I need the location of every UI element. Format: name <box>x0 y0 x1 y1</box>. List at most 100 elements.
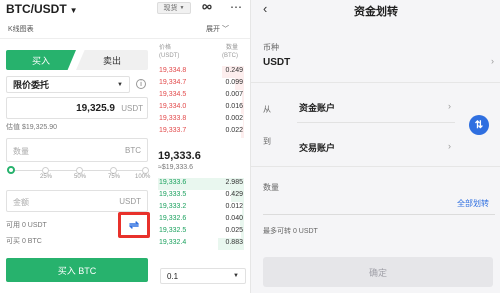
spot-label: 现货 <box>163 5 178 12</box>
bid-row[interactable]: 19,332.5 0.025 <box>158 226 244 238</box>
ask-row[interactable]: 19,334.0 0.016 <box>158 102 244 114</box>
amount-placeholder: 数量 <box>13 147 29 156</box>
bid-price: 19,332.6 <box>159 215 187 222</box>
bid-price: 19,333.5 <box>159 191 187 198</box>
ask-price: 19,334.5 <box>159 91 187 98</box>
ask-row[interactable]: 19,333.7 0.022 <box>158 126 244 138</box>
qty-header-text: 数量 (BTC) <box>222 45 238 59</box>
page-title: 资金划转 <box>354 6 398 18</box>
bid-price: 19,333.6 <box>159 179 187 186</box>
transfer-panel: 资金划转 ‹ 币种 USDT › 从 资金账户 › 到 交易账户 › ⇅ 数量 … <box>250 0 500 293</box>
kline-chart-link[interactable]: K线图表 <box>8 24 34 34</box>
caret-down-icon: ▼ <box>69 6 78 15</box>
bid-qty: 0.012 <box>225 203 243 210</box>
depth-select[interactable]: 0.1 ▼ <box>160 268 246 284</box>
max-transferable: 最多可转 0 USDT <box>263 228 318 235</box>
swap-accounts-icon[interactable]: ⇅ <box>469 115 489 135</box>
ask-row[interactable]: 19,334.7 0.099 <box>158 78 244 90</box>
amount-unit: BTC <box>125 146 141 155</box>
ask-qty: 0.022 <box>225 127 243 134</box>
to-label: 到 <box>263 137 271 146</box>
available-balance: 可用 0 USDT <box>6 222 47 229</box>
chevron-right-icon[interactable]: › <box>491 56 494 66</box>
sell-tab[interactable]: 卖出 <box>76 50 148 70</box>
ask-price: 19,333.8 <box>159 115 187 122</box>
last-price-fiat: ≈$19,333.6 <box>158 164 193 171</box>
ask-row[interactable]: 19,333.8 0.002 <box>158 114 244 126</box>
slider-step-25[interactable] <box>42 167 49 174</box>
price-input[interactable]: 19,325.9 USDT <box>6 97 148 119</box>
ask-price: 19,334.0 <box>159 103 187 110</box>
amount-input[interactable]: 数量 BTC <box>6 138 148 162</box>
slider-label-25: 25% <box>40 174 53 180</box>
bid-price: 19,332.5 <box>159 227 187 234</box>
orderbook-price-header: 价格 (USDT) <box>159 44 179 60</box>
divider <box>297 122 455 123</box>
last-price: 19,333.6 <box>158 150 201 162</box>
caret-down-icon: ▼ <box>117 81 123 88</box>
slider-label-100: 100% <box>135 174 151 180</box>
expand-toggle[interactable]: 展开 ﹀ <box>206 24 229 34</box>
slider-step-75[interactable] <box>110 167 117 174</box>
chevron-down-icon: ﹀ <box>221 26 229 33</box>
bid-price: 19,332.4 <box>159 239 187 246</box>
confirm-button[interactable]: 确定 <box>263 257 493 287</box>
chevron-right-icon[interactable]: › <box>448 101 451 111</box>
ask-row[interactable]: 19,334.5 0.007 <box>158 90 244 102</box>
from-label: 从 <box>263 105 271 114</box>
order-type-label: 限价委托 <box>13 80 50 90</box>
loop-icon[interactable] <box>200 1 214 16</box>
buy-tab[interactable]: 买入 <box>6 50 76 70</box>
to-account-select[interactable]: 交易账户 <box>299 141 335 154</box>
bid-price: 19,333.2 <box>159 203 187 210</box>
chevron-right-icon[interactable]: › <box>448 141 451 151</box>
ask-qty: 0.007 <box>225 91 243 98</box>
total-input[interactable]: 金额 USDT <box>6 190 148 212</box>
buy-button[interactable]: 买入 BTC <box>6 258 148 282</box>
trade-panel: BTC/USDT ▼ 现货 ▼ ⋯ K线图表 展开 ﹀ 买入 卖出 限价委托 ▼ i… <box>0 0 250 293</box>
price-unit: USDT <box>121 104 143 113</box>
bid-qty: 2.985 <box>225 179 243 186</box>
bid-qty: 0.025 <box>225 227 243 234</box>
pair-label: BTC/USDT <box>6 2 67 16</box>
more-icon[interactable]: ⋯ <box>230 0 242 14</box>
price-estimate: 估值 $19,325.90 <box>6 124 57 131</box>
ask-qty: 0.249 <box>225 67 243 74</box>
price-header-text: 价格 (USDT) <box>159 45 180 59</box>
bid-row[interactable]: 19,332.4 0.883 <box>158 238 244 250</box>
info-icon[interactable]: i <box>136 79 146 89</box>
orderbook-qty-header: 数量 (BTC) <box>222 44 238 60</box>
bid-row[interactable]: 19,332.6 0.040 <box>158 214 244 226</box>
bid-row[interactable]: 19,333.5 0.429 <box>158 190 244 202</box>
from-account-select[interactable]: 资金账户 <box>299 101 335 114</box>
transfer-icon: ⇌ <box>128 218 140 232</box>
ask-depth-bar <box>243 114 244 126</box>
transfer-button[interactable]: ⇌ <box>118 212 150 238</box>
order-type-select[interactable]: 限价委托 ▼ <box>6 76 130 93</box>
ask-qty: 0.016 <box>225 103 243 110</box>
ask-price: 19,334.8 <box>159 67 187 74</box>
ask-row[interactable]: 19,334.8 0.249 <box>158 66 244 78</box>
total-placeholder: 金额 <box>13 198 29 207</box>
bid-row[interactable]: 19,333.6 2.985 <box>158 178 244 190</box>
bid-qty: 0.040 <box>225 215 243 222</box>
back-icon[interactable]: ‹ <box>263 1 267 16</box>
slider-label-50: 50% <box>74 174 87 180</box>
quantity-input[interactable] <box>263 214 495 215</box>
divider <box>251 166 500 167</box>
bid-row[interactable]: 19,333.2 0.012 <box>158 202 244 214</box>
transfer-all-link[interactable]: 全部划转 <box>457 198 489 209</box>
spot-badge[interactable]: 现货 ▼ <box>157 2 191 14</box>
slider-step-100[interactable] <box>142 167 149 174</box>
ask-qty: 0.002 <box>225 115 243 122</box>
slider-knob[interactable] <box>7 166 15 174</box>
expand-label: 展开 <box>206 26 220 33</box>
coin-select[interactable]: USDT <box>263 57 290 68</box>
pair-selector[interactable]: BTC/USDT ▼ <box>6 2 78 16</box>
buyable-amount: 可买 0 BTC <box>6 238 42 245</box>
divider <box>0 38 250 39</box>
slider-step-50[interactable] <box>76 167 83 174</box>
depth-value: 0.1 <box>167 271 179 281</box>
ask-qty: 0.099 <box>225 79 243 86</box>
caret-down-icon: ▼ <box>233 273 239 279</box>
